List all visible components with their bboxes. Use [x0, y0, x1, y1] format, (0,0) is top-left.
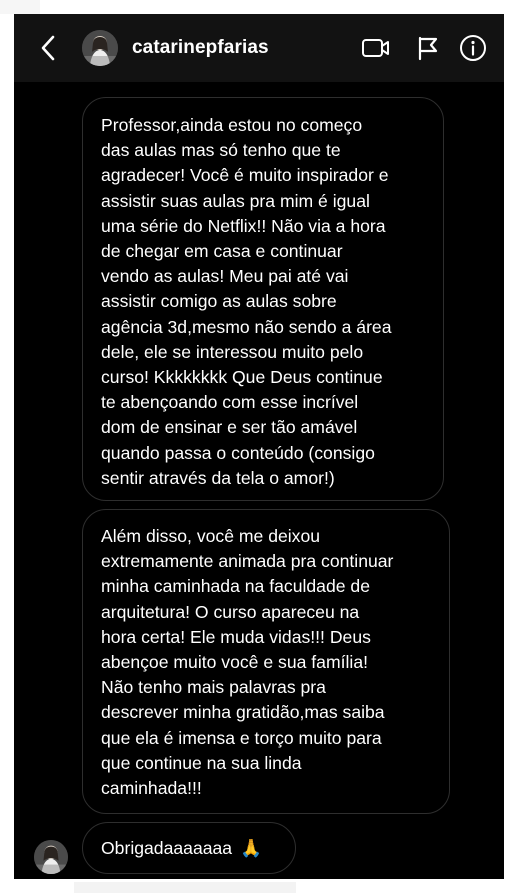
message-line: dele, ele se interessou muito pelo — [101, 341, 364, 362]
message-line: descrever minha gratidão,mas saiba — [101, 702, 385, 723]
message-line: quando passa o conteúdo (consigo — [101, 442, 375, 463]
message-line: caminhada!!! — [101, 778, 202, 799]
info-icon — [460, 35, 486, 61]
screenshot-corner — [0, 0, 40, 14]
message-line: Além disso, você me deixou — [101, 526, 321, 546]
message-line: te abençoando com esse incrível — [101, 392, 359, 413]
message-line: das aulas mas só tenho que te — [101, 140, 341, 161]
chat-screen: catarinepfarias Professor,ainda estou no… — [14, 14, 504, 879]
message-line: sentir através da tela o amor!) — [101, 467, 335, 488]
message-line: Não tenho mais palavras pra — [101, 677, 326, 698]
message-line: uma série do Netflix!! Não via a hora — [101, 215, 386, 236]
bottom-strip — [74, 882, 296, 893]
praying-hands-emoji: 🙏 — [240, 837, 263, 858]
message-line: Professor,ainda estou no começo — [101, 115, 363, 135]
avatar-image — [34, 840, 68, 874]
message-line: minha caminhada na faculdade de — [101, 576, 370, 597]
message-bubble[interactable]: Professor,ainda estou no começo das aula… — [82, 97, 444, 501]
flag-icon — [418, 36, 438, 61]
message-line: que continue na sua linda — [101, 752, 302, 773]
message-line: agência 3d,mesmo não sendo a área — [101, 316, 392, 337]
sender-avatar[interactable] — [34, 840, 68, 874]
message-bubble[interactable]: Além disso, você me deixou extremamente … — [82, 509, 450, 814]
video-call-button[interactable] — [361, 34, 391, 62]
message-line: vendo as aulas! Meu pai até vai — [101, 266, 349, 287]
message-line: hora certa! Ele muda vidas!!! Deus — [101, 626, 371, 647]
message-line: dom de ensinar e ser tão amável — [101, 417, 358, 438]
message-line: assistir suas aulas pra mim é igual — [101, 190, 370, 211]
message-line: abençoe muito você e sua família! — [101, 652, 368, 673]
message-line: curso! Kkkkkkkk Que Deus continue — [101, 367, 383, 388]
message-line: que ela é imensa e torço muito para — [101, 727, 382, 748]
report-button[interactable] — [413, 34, 443, 62]
message-line: agradecer! Você é muito inspirador e — [101, 165, 389, 186]
profile-avatar[interactable] — [82, 30, 118, 66]
message-bubble[interactable]: Obrigadaaaaaaa 🙏 — [82, 822, 296, 874]
chevron-left-icon — [41, 35, 55, 61]
avatar-image — [82, 30, 118, 66]
message-text: Obrigadaaaaaaa — [101, 837, 233, 858]
message-line: de chegar em casa e continuar — [101, 241, 343, 262]
back-button[interactable] — [36, 34, 60, 62]
message-line: arquitetura! O curso apareceu na — [101, 601, 360, 622]
message-line: extremamente animada pra continuar — [101, 551, 394, 572]
message-line: assistir comigo as aulas sobre — [101, 291, 337, 312]
video-camera-icon — [362, 39, 389, 57]
chat-header: catarinepfarias — [14, 14, 504, 82]
info-button[interactable] — [458, 34, 488, 62]
chat-username[interactable]: catarinepfarias — [132, 37, 269, 59]
